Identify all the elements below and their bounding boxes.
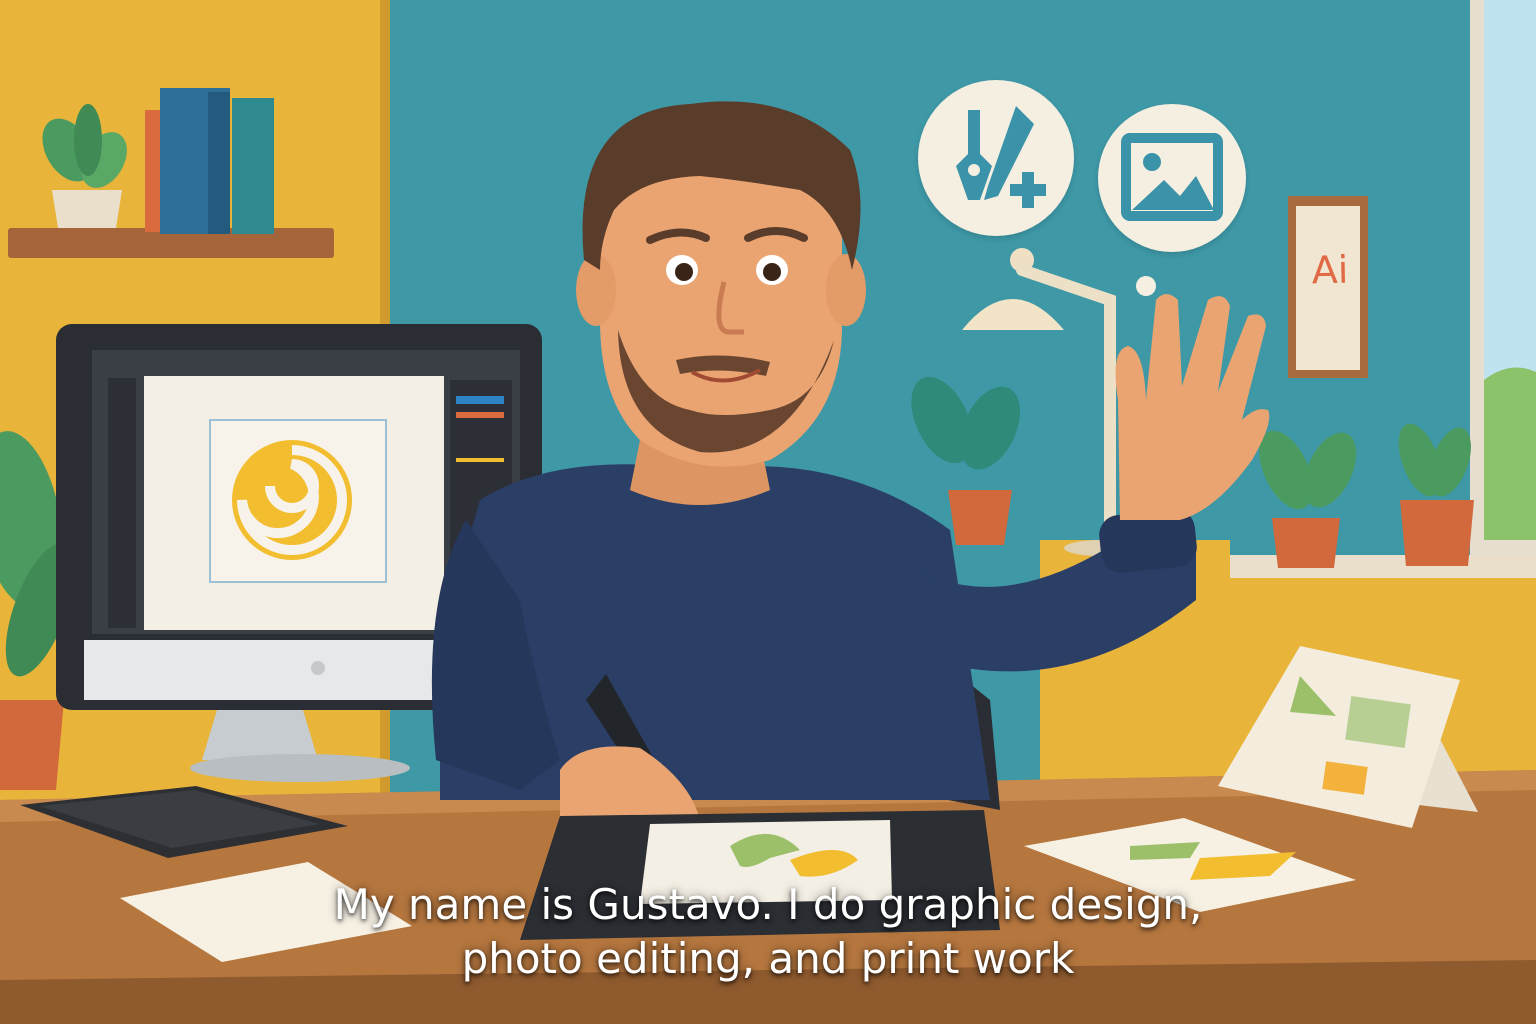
caption-line-1: My name is Gustavo. I do graphic design, <box>333 880 1203 929</box>
background-illustration <box>0 0 1536 1024</box>
design-tools-icon <box>918 80 1074 236</box>
illustration-scene: Ai My name is Gustavo. I do graphic desi… <box>0 0 1536 1024</box>
caption-line-2: photo editing, and print work <box>461 934 1075 983</box>
image-icon <box>1098 104 1246 252</box>
subtitle-caption: My name is Gustavo. I do graphic design,… <box>0 878 1536 986</box>
ai-logo: Ai <box>1311 247 1349 293</box>
bubble-dot <box>1136 276 1156 296</box>
